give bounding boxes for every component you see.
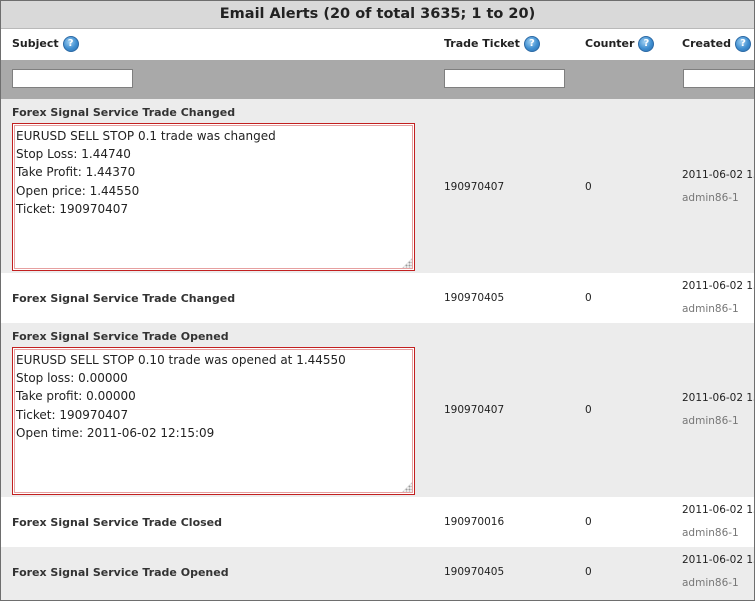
message-line: Ticket: 190970407 bbox=[16, 201, 129, 216]
filter-bar bbox=[1, 60, 754, 99]
help-icon[interactable]: ? bbox=[734, 36, 751, 52]
message-line: EURUSD SELL STOP 0.1 trade was changed bbox=[16, 129, 276, 143]
row-subject[interactable]: Forex Signal Service Trade Opened bbox=[12, 566, 229, 579]
message-textarea[interactable]: EURUSD SELL STOP 0.1 trade was changed S… bbox=[12, 123, 415, 271]
panel-title: Email Alerts (20 of total 3635; 1 to 20) bbox=[1, 1, 754, 29]
row-counter: 0 bbox=[585, 404, 592, 416]
message-line: Ticket: 190970407 bbox=[16, 407, 129, 422]
row-created-user: admin86-1 bbox=[682, 527, 739, 539]
row-counter: 0 bbox=[585, 181, 592, 193]
row-created-date: 2011-06-02 15 bbox=[682, 392, 755, 404]
row-created-user: admin86-1 bbox=[682, 415, 739, 427]
message-line: Stop Loss: 1.44740 bbox=[16, 147, 131, 162]
table-row[interactable]: Forex Signal Service Trade Changed EURUS… bbox=[1, 99, 754, 273]
table-row[interactable]: Forex Signal Service Trade Closed 190970… bbox=[1, 497, 754, 547]
row-subject[interactable]: Forex Signal Service Trade Changed bbox=[12, 106, 235, 119]
row-subject[interactable]: Forex Signal Service Trade Closed bbox=[12, 516, 222, 529]
row-subject[interactable]: Forex Signal Service Trade Changed bbox=[12, 292, 235, 305]
table-row[interactable]: Forex Signal Service Trade Opened 190970… bbox=[1, 547, 754, 600]
message-line: Open price: 1.44550 bbox=[16, 183, 140, 198]
subject-filter-input[interactable] bbox=[12, 69, 133, 88]
column-counter-label[interactable]: Counter bbox=[585, 28, 634, 60]
row-trade-ticket: 190970016 bbox=[444, 516, 505, 528]
row-created-user: admin86-1 bbox=[682, 192, 739, 204]
email-alerts-panel: Email Alerts (20 of total 3635; 1 to 20)… bbox=[0, 0, 755, 601]
column-header-counter[interactable]: Counter ? bbox=[585, 28, 655, 60]
column-ticket-label[interactable]: Trade Ticket bbox=[444, 28, 520, 60]
table-row[interactable]: Forex Signal Service Trade Opened EURUSD… bbox=[1, 323, 754, 497]
message-line: Take profit: 0.00000 bbox=[16, 389, 136, 404]
row-created-user: admin86-1 bbox=[682, 303, 739, 315]
row-trade-ticket: 190970405 bbox=[444, 292, 505, 304]
column-header-created[interactable]: Created ? bbox=[682, 28, 751, 60]
row-trade-ticket: 190970407 bbox=[444, 404, 505, 416]
row-trade-ticket: 190970407 bbox=[444, 181, 505, 193]
message-line: Take Profit: 1.44370 bbox=[16, 165, 136, 180]
message-line: Open time: 2011-06-02 12:15:09 bbox=[16, 425, 215, 440]
table-row[interactable]: Forex Signal Service Trade Changed 19097… bbox=[1, 273, 754, 323]
resize-grip-icon[interactable] bbox=[402, 258, 412, 268]
row-subject[interactable]: Forex Signal Service Trade Opened bbox=[12, 330, 229, 343]
row-counter: 0 bbox=[585, 516, 592, 528]
row-trade-ticket: 190970405 bbox=[444, 566, 505, 578]
column-header-subject[interactable]: Subject ? bbox=[12, 28, 79, 60]
message-textarea[interactable]: EURUSD SELL STOP 0.10 trade was opened a… bbox=[12, 347, 415, 495]
row-created-date: 2011-06-02 15 bbox=[682, 169, 755, 181]
help-icon[interactable]: ? bbox=[62, 36, 79, 52]
row-created-date: 2011-06-02 15 bbox=[682, 504, 755, 516]
row-created-date: 2011-06-02 15 bbox=[682, 280, 755, 292]
row-created-date: 2011-06-02 15 bbox=[682, 554, 755, 566]
message-line: Stop loss: 0.00000 bbox=[16, 371, 128, 386]
resize-grip-icon[interactable] bbox=[402, 482, 412, 492]
column-header-trade-ticket[interactable]: Trade Ticket ? bbox=[444, 28, 540, 60]
row-counter: 0 bbox=[585, 566, 592, 578]
help-icon[interactable]: ? bbox=[523, 36, 540, 52]
ticket-filter-input[interactable] bbox=[444, 69, 565, 88]
help-icon[interactable]: ? bbox=[638, 36, 655, 52]
message-line: EURUSD SELL STOP 0.10 trade was opened a… bbox=[16, 353, 346, 367]
row-created-user: admin86-1 bbox=[682, 577, 739, 589]
column-created-label[interactable]: Created bbox=[682, 28, 731, 60]
created-filter-input[interactable] bbox=[683, 69, 754, 88]
column-subject-label[interactable]: Subject bbox=[12, 28, 59, 60]
row-counter: 0 bbox=[585, 292, 592, 304]
